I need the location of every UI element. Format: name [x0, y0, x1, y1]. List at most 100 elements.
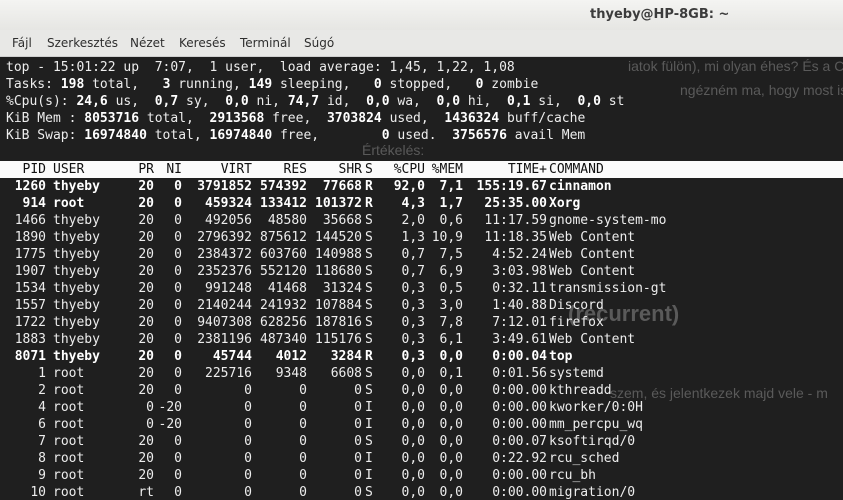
cell-cpu: 0,3 [401, 332, 425, 347]
summary-label: %Cpu(s): [6, 94, 77, 109]
menu-file[interactable]: Fájl [12, 36, 32, 50]
cell-time: 11:18.35 [484, 230, 547, 245]
cell-command: rcu_bh [549, 468, 596, 483]
cell-virt: 0 [244, 451, 252, 466]
cell-shr: 0 [354, 417, 362, 432]
cell-mem: 0,0 [439, 383, 463, 398]
summary-label: used, [381, 111, 445, 126]
menu-terminal[interactable]: Terminál [240, 36, 291, 50]
cell-mem: 0,0 [439, 417, 463, 432]
cell-virt: 2381196 [197, 332, 252, 347]
cell-ni: 0 [174, 196, 182, 211]
menu-search[interactable]: Keresés [179, 36, 226, 50]
cell-pid: 1466 [14, 213, 46, 228]
cell-command: kthreadd [549, 383, 612, 398]
cell-shr: 0 [354, 468, 362, 483]
cell-pr: 20 [138, 196, 154, 211]
summary-label: zombie [483, 77, 539, 92]
cell-user: thyeby [53, 298, 100, 313]
column-header-virt: VIRT [220, 162, 252, 177]
cell-pid: 1 [38, 366, 46, 381]
cell-cpu: 0,7 [401, 264, 425, 279]
cell-mem: 6,9 [439, 264, 463, 279]
cell-ni: 0 [174, 451, 182, 466]
summary-label: Tasks: [6, 77, 61, 92]
cell-res: 4012 [275, 349, 307, 364]
cell-user: root [53, 400, 85, 415]
cell-res: 0 [299, 485, 307, 500]
background-text: iatok fülön), mi olyan éhes? És a Cinnam… [628, 58, 843, 74]
cell-pid: 1883 [14, 332, 46, 347]
window-titlebar[interactable]: thyeby@HP-8GB: ~ [0, 0, 843, 30]
cell-mem: 0,0 [439, 468, 463, 483]
cell-command: kworker/0:0H [549, 400, 643, 415]
cell-time: 155:19.67 [476, 179, 547, 194]
cell-cpu: 0,0 [401, 417, 425, 432]
summary-value: 24,6 [76, 94, 108, 109]
cell-shr: 3284 [330, 349, 362, 364]
terminal-area[interactable]: iatok fülön), mi olyan éhes? És a Cinnam… [0, 57, 843, 500]
cell-mem: 1,7 [439, 196, 463, 211]
cell-shr: 140988 [315, 247, 362, 262]
cell-user: thyeby [53, 281, 100, 296]
cell-pr: 20 [138, 434, 154, 449]
cell-res: 875612 [260, 230, 307, 245]
menu-bar: Fájl Szerkesztés Nézet Keresés Terminál … [0, 30, 843, 57]
cell-command: mm_percpu_wq [549, 417, 643, 432]
cell-state: S [365, 213, 373, 228]
cell-time: 0:32.11 [492, 281, 547, 296]
column-header-pid: PID [22, 162, 46, 177]
cell-shr: 0 [354, 485, 362, 500]
cell-user: thyeby [53, 179, 100, 194]
cell-cpu: 1,3 [401, 230, 425, 245]
summary-value: 2913568 [209, 111, 265, 126]
cell-mem: 7,8 [439, 315, 463, 330]
summary-value: 0,0 [577, 94, 601, 109]
cell-res: 0 [299, 417, 307, 432]
cell-pr: 20 [138, 230, 154, 245]
cell-time: 3:03.98 [492, 264, 547, 279]
summary-label: si, [530, 94, 578, 109]
cell-state: S [365, 383, 373, 398]
cell-pid: 1557 [14, 298, 46, 313]
cell-time: 1:40.88 [492, 298, 547, 313]
cell-state: S [365, 315, 373, 330]
menu-view[interactable]: Nézet [130, 36, 165, 50]
cell-mem: 0,6 [439, 213, 463, 228]
cell-user: root [53, 451, 85, 466]
column-header-time: TIME+ [507, 162, 547, 177]
cell-pid: 1890 [14, 230, 46, 245]
cell-virt: 0 [244, 434, 252, 449]
summary-label: wa, [389, 94, 437, 109]
cell-res: 241932 [260, 298, 307, 313]
cell-time: 7:12.01 [492, 315, 547, 330]
summary-label: buff/cache [499, 111, 586, 126]
cell-cpu: 0,0 [401, 383, 425, 398]
cell-ni: -20 [158, 400, 182, 415]
summary-label: total, [139, 111, 210, 126]
summary-value: 3756576 [452, 128, 507, 143]
column-header-command: COMMAND [549, 162, 604, 177]
cell-command: Web Content [549, 264, 636, 279]
cell-pid: 10 [30, 485, 46, 500]
cell-user: thyeby [53, 315, 100, 330]
cell-virt: 2352376 [197, 264, 252, 279]
cell-time: 25:35.00 [484, 196, 547, 211]
summary-value: 198 [60, 77, 85, 92]
cell-virt: 9407308 [197, 315, 252, 330]
cell-time: 0:22.92 [492, 451, 547, 466]
cell-state: S [365, 247, 373, 262]
menu-help[interactable]: Súgó [304, 36, 334, 50]
cell-user: root [53, 417, 85, 432]
summary-label: ni, [248, 94, 288, 109]
cell-pid: 914 [22, 196, 46, 211]
cell-command: gnome-system-mo [549, 213, 667, 228]
column-header-res: RES [283, 162, 307, 177]
cell-ni: 0 [174, 366, 182, 381]
process-table-header: PID USER PR NI VIRT RES SHR S %CPU %MEM TIME+ COMMA… [0, 161, 843, 178]
cell-pr: 20 [138, 264, 154, 279]
cell-res: 487340 [260, 332, 307, 347]
cell-time: 0:01.56 [492, 366, 547, 381]
cell-mem: 0,0 [439, 349, 463, 364]
menu-edit[interactable]: Szerkesztés [47, 36, 118, 50]
